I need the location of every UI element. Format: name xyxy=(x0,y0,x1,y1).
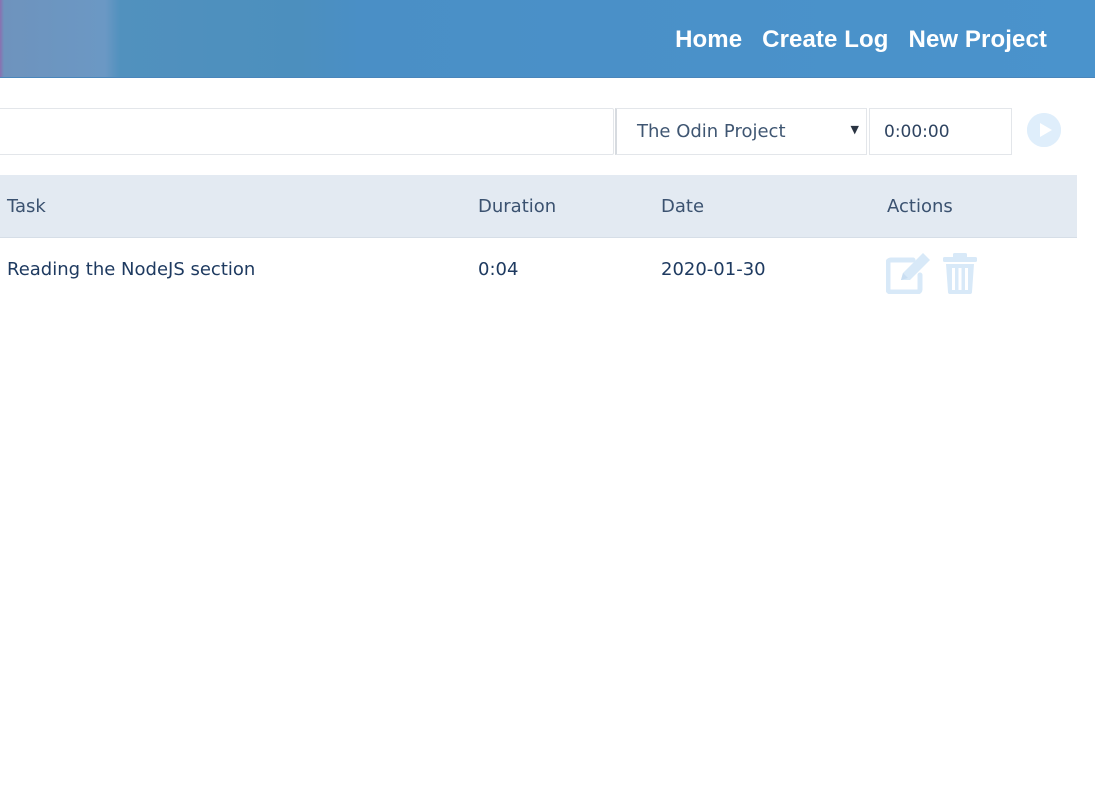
column-header-date: Date xyxy=(661,196,705,217)
duration-input[interactable] xyxy=(869,108,1012,155)
project-select-value: The Odin Project xyxy=(637,121,786,142)
project-select[interactable]: The Odin Project ▼ xyxy=(615,108,867,155)
delete-log-button[interactable] xyxy=(942,252,978,298)
column-header-duration: Duration xyxy=(478,196,557,217)
cell-duration: 0:04 xyxy=(478,259,519,280)
column-header-actions: Actions xyxy=(887,196,953,217)
cell-task: Reading the NodeJS section xyxy=(7,259,256,280)
table-row: Reading the NodeJS section 0:04 2020-01-… xyxy=(0,238,1077,300)
start-timer-button[interactable] xyxy=(1027,113,1061,147)
trash-icon xyxy=(943,253,977,294)
column-header-task: Task xyxy=(7,196,46,217)
nav-link-new-project[interactable]: New Project xyxy=(909,26,1047,54)
dropdown-caret-icon: ▼ xyxy=(850,123,859,136)
edit-icon xyxy=(885,253,930,295)
nav-link-create-log[interactable]: Create Log xyxy=(762,26,888,54)
logs-table: Task Duration Date Actions Reading the N… xyxy=(0,175,1077,300)
top-navbar: Home Create Log New Project xyxy=(0,0,1095,78)
edit-log-button[interactable] xyxy=(885,252,932,298)
cell-date: 2020-01-30 xyxy=(661,259,766,280)
task-input[interactable] xyxy=(0,108,614,155)
nav-links: Home Create Log New Project xyxy=(675,26,1047,54)
row-actions xyxy=(885,252,978,298)
nav-link-home[interactable]: Home xyxy=(675,26,742,54)
table-header: Task Duration Date Actions xyxy=(0,175,1077,238)
play-circle-icon xyxy=(1027,113,1061,147)
